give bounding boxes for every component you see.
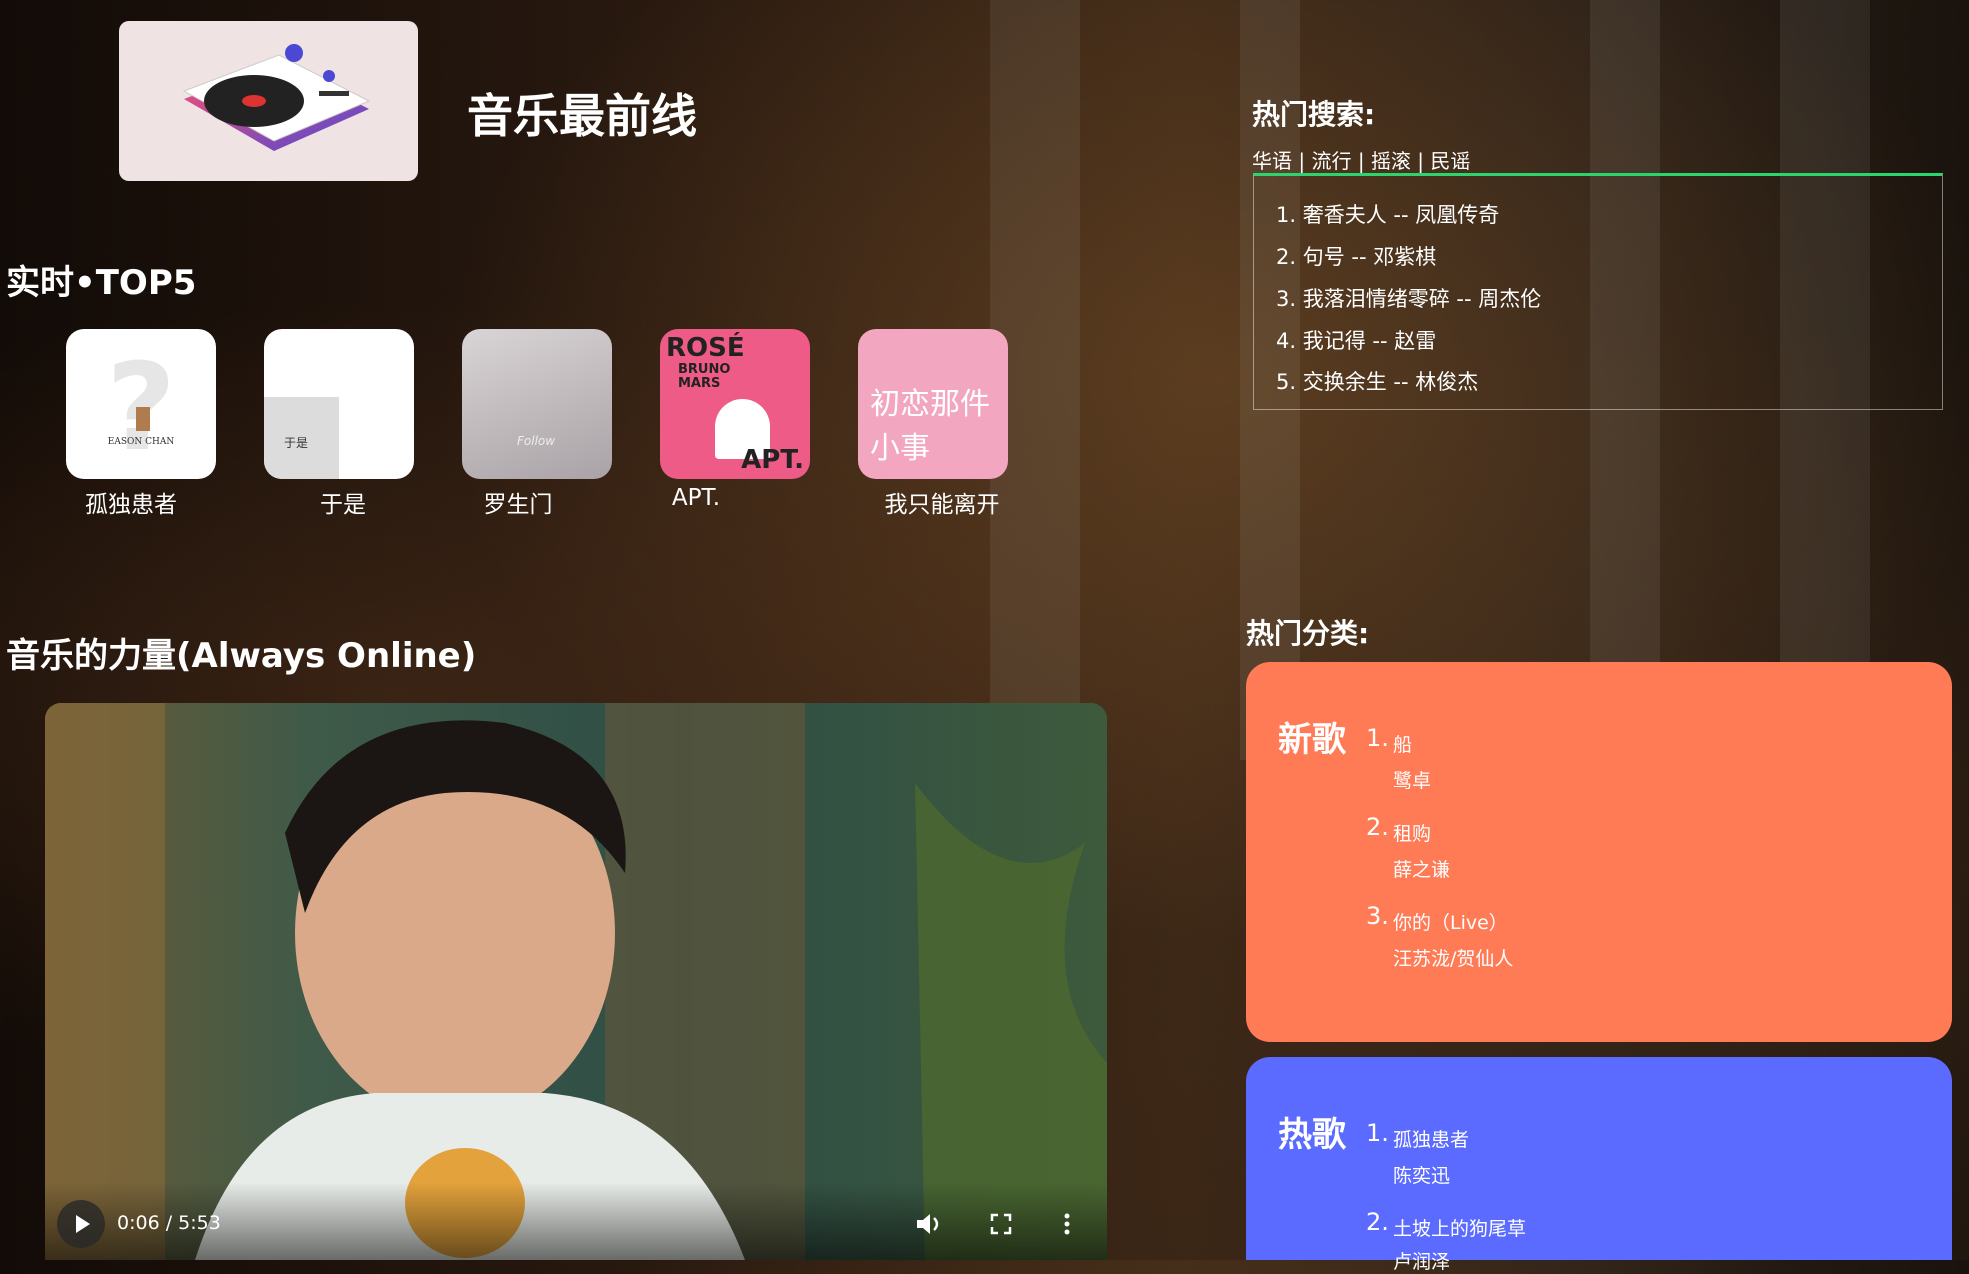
album-name[interactable]: 于是 (253, 485, 433, 519)
album-cover[interactable]: ? EASON CHAN (66, 329, 216, 479)
song-number: 1. (1366, 1119, 1389, 1147)
hot-search-title: 热门搜索: (1252, 98, 1376, 131)
album-cover[interactable]: 于是 (264, 329, 414, 479)
question-mark-art: ? EASON CHAN (106, 339, 176, 478)
category-name: 热歌 (1278, 1115, 1346, 1155)
album-name[interactable]: 罗生门 (428, 485, 608, 519)
song-artist[interactable]: 鹭卓 (1393, 766, 1431, 793)
cover-text: Follow (517, 434, 556, 448)
tag-rock[interactable]: 摇滚 (1371, 149, 1411, 173)
song-artist[interactable]: 陈奕迅 (1393, 1161, 1450, 1188)
song-number: 2. (1366, 813, 1389, 841)
site-title: 音乐最前线 (467, 89, 697, 143)
cover-text: EASON CHAN (108, 437, 175, 447)
more-options-button[interactable] (1055, 1208, 1079, 1244)
tag-separator: | (1357, 149, 1365, 173)
album-name[interactable]: APT. (606, 485, 786, 511)
hot-search-list: 1. 奢香夫人 -- 凤凰传奇 2. 句号 -- 邓紫棋 3. 我落泪情绪零碎 … (1253, 173, 1943, 410)
song-artist[interactable]: 卢润泽 (1393, 1247, 1450, 1274)
album-cover[interactable]: ROSÉ BRUNO MARS APT. (660, 329, 810, 479)
album-name[interactable]: 我只能离开 (852, 485, 1032, 519)
turntable-icon (182, 44, 371, 151)
song-number: 1. (1366, 724, 1389, 752)
song-number: 3. (1366, 902, 1389, 930)
video-player[interactable]: 0:06 / 5:53 (45, 703, 1107, 1260)
search-item[interactable]: 4. 我记得 -- 赵雷 (1276, 325, 1436, 355)
more-vertical-icon (1064, 1213, 1070, 1235)
song-title[interactable]: 孤独患者 (1393, 1125, 1469, 1152)
search-item[interactable]: 3. 我落泪情绪零碎 -- 周杰伦 (1276, 283, 1541, 313)
song-title[interactable]: 你的（Live） (1393, 908, 1508, 935)
volume-icon (917, 1214, 939, 1234)
tag-separator: | (1417, 149, 1425, 173)
tag-separator: | (1298, 149, 1306, 173)
song-title[interactable]: 船 (1393, 730, 1412, 757)
play-icon (76, 1215, 90, 1233)
search-item[interactable]: 1. 奢香夫人 -- 凤凰传奇 (1276, 199, 1499, 229)
album-cover[interactable]: 初恋那件小事 (858, 329, 1008, 479)
song-title[interactable]: 土坡上的狗尾草 (1393, 1214, 1526, 1241)
site-logo[interactable] (119, 21, 418, 181)
categories-title: 热门分类: (1246, 617, 1370, 650)
volume-button[interactable] (913, 1208, 945, 1244)
video-controls: 0:06 / 5:53 (45, 1182, 1107, 1260)
album-cover[interactable]: Follow (462, 329, 612, 479)
video-section-title: 音乐的力量(Always Online) (6, 636, 477, 676)
cover-text-rose: ROSÉ (666, 333, 745, 363)
fullscreen-icon (990, 1213, 1012, 1235)
cover-text-bruno: BRUNO MARS (678, 362, 731, 392)
search-item[interactable]: 5. 交换余生 -- 林俊杰 (1276, 366, 1478, 396)
cover-text: 于是 (284, 436, 309, 450)
video-frame (45, 703, 1107, 1260)
play-button[interactable] (57, 1200, 105, 1248)
song-title[interactable]: 租购 (1393, 819, 1431, 846)
fullscreen-button[interactable] (985, 1208, 1017, 1244)
category-name: 新歌 (1278, 720, 1346, 760)
category-card-hot[interactable]: 热歌 1. 孤独患者 陈奕迅 2. 土坡上的狗尾草 卢润泽 (1246, 1057, 1952, 1273)
cover-text: 初恋那件小事 (870, 387, 990, 466)
tag-pop[interactable]: 流行 (1311, 149, 1351, 173)
top5-title: 实时•TOP5 (6, 263, 197, 303)
song-artist[interactable]: 汪苏泷/贺仙人 (1393, 944, 1513, 971)
tag-folk[interactable]: 民谣 (1430, 149, 1470, 173)
album-name[interactable]: 孤独患者 (41, 485, 221, 519)
song-number: 2. (1366, 1208, 1389, 1236)
search-item[interactable]: 2. 句号 -- 邓紫棋 (1276, 241, 1436, 271)
tag-chinese[interactable]: 华语 (1252, 149, 1292, 173)
cover-text-apt: APT. (741, 445, 804, 475)
video-time: 0:06 / 5:53 (117, 1212, 221, 1234)
song-artist[interactable]: 薛之谦 (1393, 855, 1450, 882)
genre-tags: 华语 | 流行 | 摇滚 | 民谣 (1252, 145, 1470, 174)
category-card-new[interactable]: 新歌 1. 船 鹭卓 2. 租购 薛之谦 3. 你的（Live） 汪苏泷/贺仙人 (1246, 662, 1952, 1042)
